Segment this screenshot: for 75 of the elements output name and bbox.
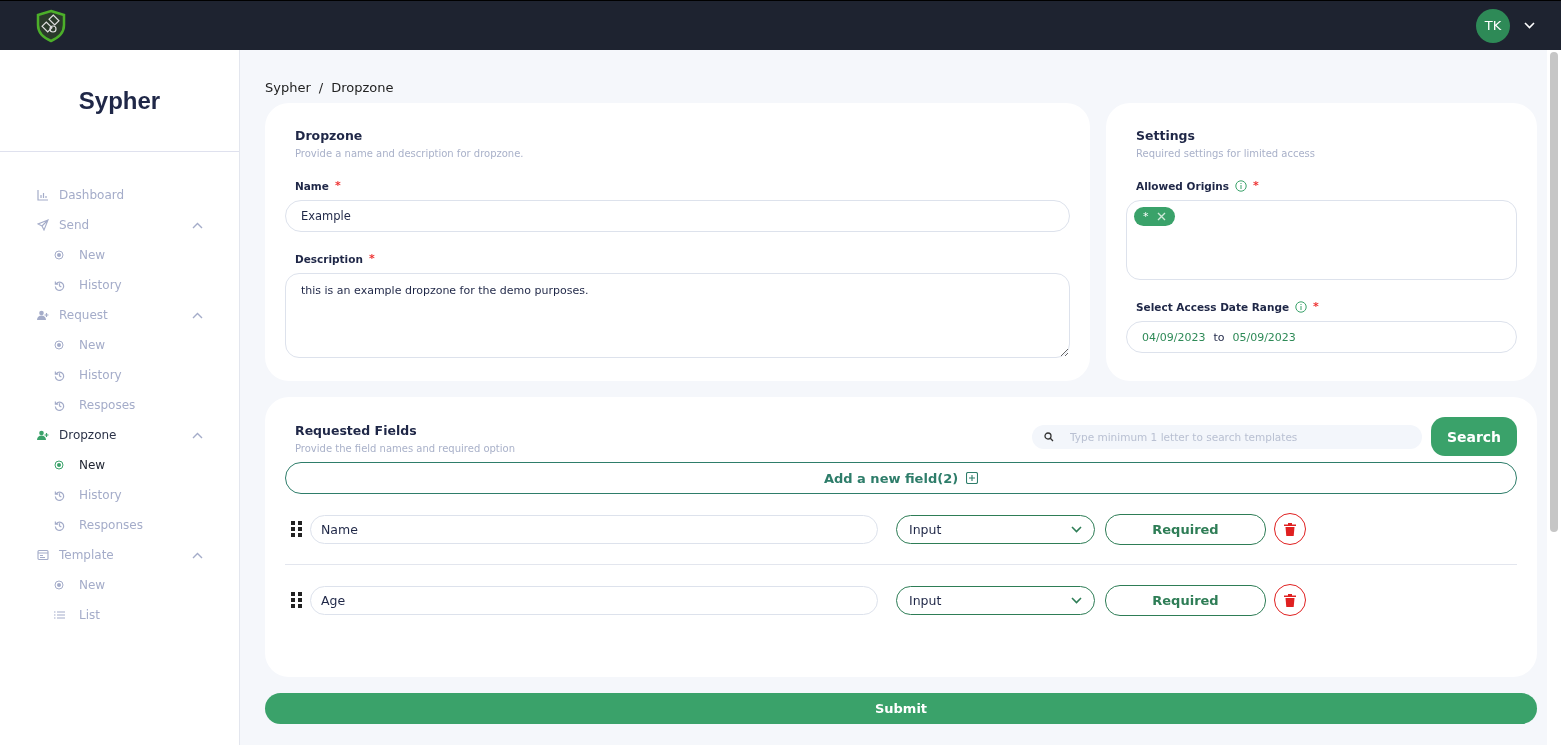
sidebar-subitem[interactable]: New: [0, 570, 239, 600]
paper-plane-icon: [37, 219, 49, 231]
search-button[interactable]: Search: [1431, 417, 1517, 456]
sidebar-subitem[interactable]: New: [0, 450, 239, 480]
breadcrumb-item[interactable]: Sypher: [265, 79, 311, 95]
list-icon: [54, 610, 65, 620]
target-icon: [54, 460, 64, 470]
sidebar-item[interactable]: Template: [0, 540, 239, 570]
breadcrumb-separator: /: [318, 79, 324, 95]
field-name-input[interactable]: Name: [310, 514, 878, 544]
sidebar-subitem[interactable]: History: [0, 480, 239, 510]
drag-handle-icon[interactable]: [291, 521, 302, 537]
dropdown-chevron-icon[interactable]: [1071, 525, 1082, 533]
bar-chart-icon: [37, 189, 49, 201]
card-subtitle: Provide a name and description for dropzone.: [295, 148, 525, 159]
sidebar-subitem[interactable]: New: [0, 330, 239, 360]
add-user-icon: [37, 309, 49, 321]
sidebar-subitem[interactable]: List: [0, 600, 239, 630]
required-asterisk: *: [368, 252, 375, 265]
brand-name: Sypher: [78, 86, 161, 115]
sidebar-subitem[interactable]: History: [0, 360, 239, 390]
description-textarea[interactable]: this is an example dropzone for the demo purposes.: [285, 273, 1070, 358]
sidebar-subitem[interactable]: New: [0, 240, 239, 270]
required-asterisk: *: [334, 179, 341, 192]
sidebar-subitem[interactable]: History: [0, 270, 239, 300]
sidebar-item[interactable]: Dropzone: [0, 420, 239, 450]
history-icon: [54, 489, 65, 501]
required-button[interactable]: Required: [1105, 513, 1266, 545]
history-icon: [54, 279, 65, 291]
card-title: Dropzone: [295, 128, 363, 143]
target-icon: [54, 250, 64, 260]
info-icon[interactable]: [1235, 179, 1248, 192]
sidebar-item[interactable]: Send: [0, 210, 239, 240]
field-label: Name: [295, 179, 329, 192]
history-icon: [54, 399, 65, 411]
required-asterisk: *: [1253, 179, 1259, 192]
required-asterisk: *: [1313, 300, 1319, 313]
submit-button[interactable]: Submit: [265, 693, 1537, 724]
history-icon: [54, 369, 65, 381]
sidebar-item[interactable]: Request: [0, 300, 239, 330]
card-title: Requested Fields: [295, 422, 417, 438]
field-label: Description: [295, 252, 363, 265]
delete-button[interactable]: [1274, 513, 1306, 545]
field-label: Select Access Date Range: [1136, 300, 1290, 313]
add-user-icon: [37, 429, 49, 441]
user-avatar[interactable]: TK: [1476, 8, 1510, 43]
scrollbar-thumb[interactable]: [1550, 52, 1558, 532]
required-button[interactable]: Required: [1105, 584, 1266, 616]
add-field-button[interactable]: Add a new field(2): [285, 462, 1517, 494]
breadcrumb-item[interactable]: Dropzone: [331, 79, 394, 95]
card-title: Settings: [1136, 128, 1195, 143]
template-icon: [37, 549, 49, 561]
trash-icon: [1284, 522, 1296, 536]
close-icon[interactable]: [1156, 212, 1166, 221]
target-icon: [54, 340, 64, 350]
plus-square-icon: [966, 472, 979, 484]
text-field[interactable]: Example: [285, 200, 1070, 232]
target-icon: [54, 580, 64, 590]
card-subtitle: Required settings for limited access: [1136, 148, 1317, 159]
card-subtitle: Provide the field names and required option: [295, 442, 516, 454]
drag-handle-icon[interactable]: [291, 592, 302, 608]
dropdown-chevron-icon[interactable]: [1071, 596, 1082, 604]
sidebar-subitem[interactable]: Responses: [0, 510, 239, 540]
sidebar-subitem[interactable]: Resposes: [0, 390, 239, 420]
history-icon: [54, 519, 65, 531]
delete-button[interactable]: [1274, 584, 1306, 616]
shield-satellite-logo[interactable]: [34, 8, 68, 43]
field-label: Allowed Origins: [1136, 179, 1230, 192]
field-name-input[interactable]: Age: [310, 585, 878, 615]
trash-icon: [1284, 593, 1296, 607]
origins-tag-input[interactable]: *: [1126, 200, 1517, 280]
origin-tag: *: [1134, 207, 1175, 226]
chevron-down-icon[interactable]: [1524, 22, 1535, 29]
sidebar-item[interactable]: Dashboard: [0, 180, 239, 210]
info-icon[interactable]: [1295, 300, 1308, 313]
